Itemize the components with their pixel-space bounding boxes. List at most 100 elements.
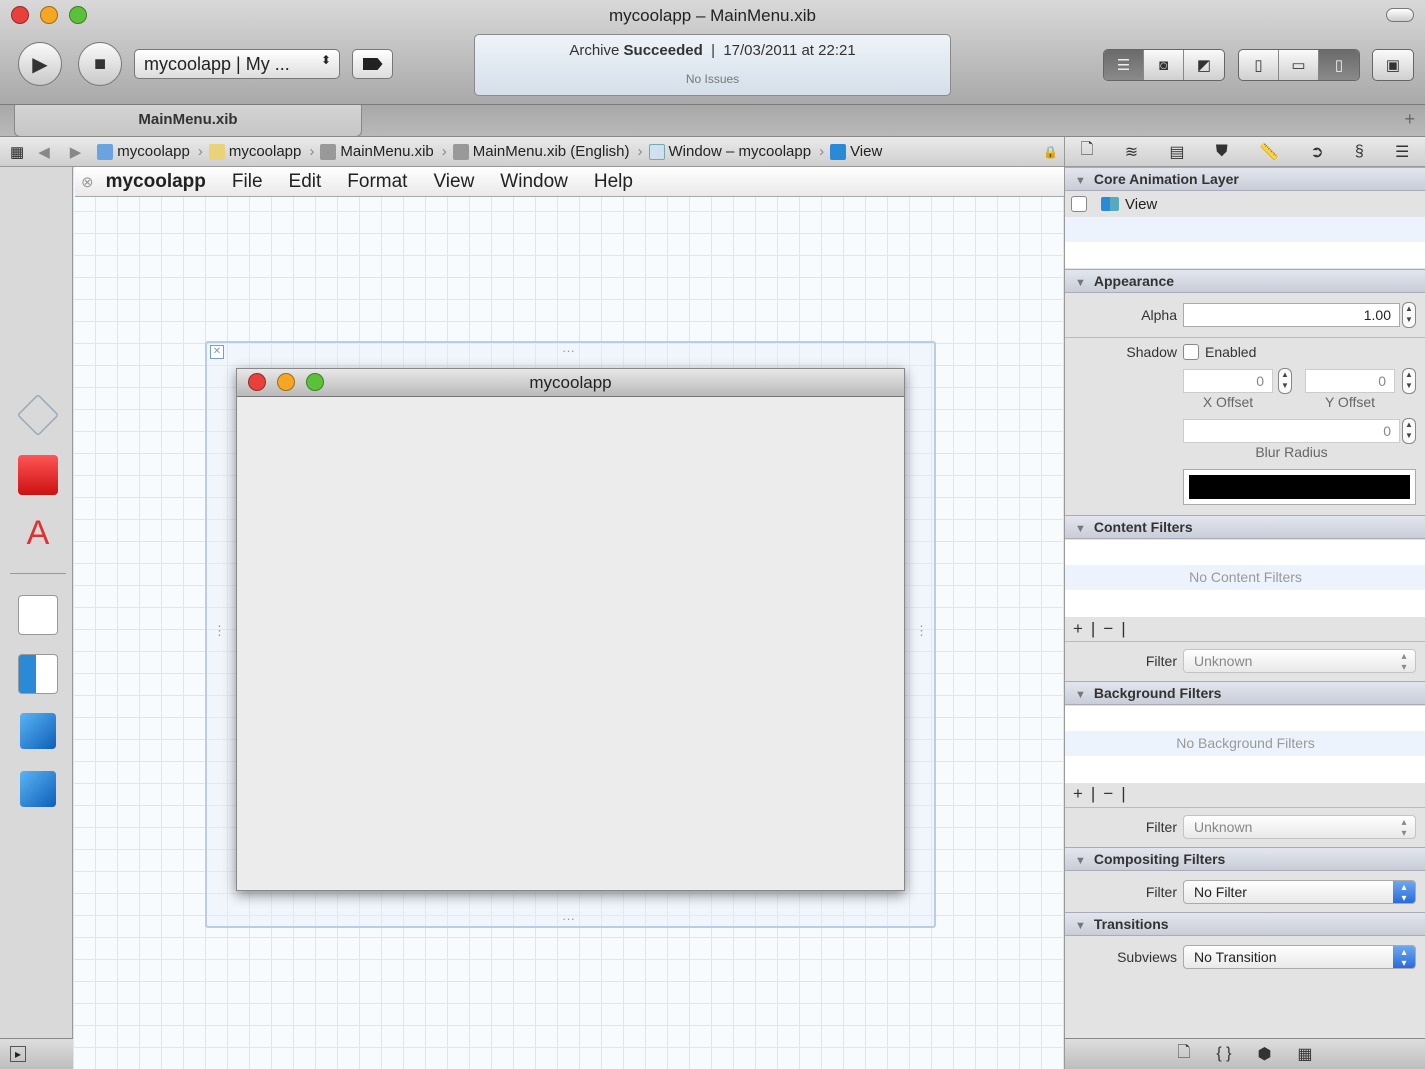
- standard-editor-icon[interactable]: ☰: [1104, 50, 1144, 80]
- window-object-icon[interactable]: [18, 654, 58, 694]
- menu-help[interactable]: Help: [594, 171, 633, 193]
- utilities-toggle-icon[interactable]: ▯: [1319, 50, 1359, 80]
- object-library-icon[interactable]: ⬢: [1257, 1044, 1271, 1064]
- application-icon[interactable]: A: [18, 513, 58, 553]
- tab-mainmenu[interactable]: MainMenu.xib: [14, 105, 362, 137]
- y-offset-field[interactable]: 0: [1305, 369, 1395, 393]
- first-responder-icon[interactable]: [18, 455, 58, 495]
- placeholder-cube-icon[interactable]: [16, 393, 60, 437]
- section-title: Compositing Filters: [1093, 851, 1226, 867]
- content-filter-popup[interactable]: Unknown ▴ ▾: [1183, 649, 1416, 673]
- quick-help-icon[interactable]: ≋: [1125, 142, 1138, 162]
- title-bar: mycoolapp – MainMenu.xib ▶ ■ mycoolapp |…: [0, 0, 1425, 105]
- x-offset-field[interactable]: 0: [1183, 369, 1273, 393]
- background-filter-popup[interactable]: Unknown ▴ ▾: [1183, 815, 1416, 839]
- add-tab-icon[interactable]: +: [1404, 109, 1415, 130]
- folder-icon: [208, 143, 225, 160]
- back-icon[interactable]: ◀: [38, 143, 50, 161]
- bindings-inspector-icon[interactable]: §: [1355, 143, 1364, 161]
- blur-radius-stepper[interactable]: ▲ ▼: [1402, 418, 1416, 444]
- scheme-popup[interactable]: mycoolapp | My ... ⬍: [134, 49, 340, 79]
- y-offset-stepper[interactable]: ▲ ▼: [1402, 368, 1416, 394]
- navigator-toggle-icon[interactable]: ▯: [1239, 50, 1279, 80]
- menu-view[interactable]: View: [433, 171, 474, 193]
- resize-handle-bottom[interactable]: ···: [562, 911, 575, 926]
- section-title: Content Filters: [1093, 519, 1193, 535]
- debug-toggle-icon[interactable]: ▭: [1279, 50, 1319, 80]
- play-icon: ▶: [32, 53, 48, 76]
- x-offset-stepper[interactable]: ▲ ▼: [1278, 368, 1292, 394]
- menu-edit[interactable]: Edit: [289, 171, 322, 193]
- assistant-editor-icon[interactable]: ◙: [1144, 50, 1184, 80]
- design-window[interactable]: mycoolapp: [236, 368, 905, 891]
- layer-checkbox[interactable]: [1071, 196, 1087, 212]
- background-filter-add-remove[interactable]: +|−|: [1073, 784, 1134, 804]
- breadcrumb-xib[interactable]: MainMenu.xib ›: [320, 143, 447, 160]
- menu-format[interactable]: Format: [347, 171, 407, 193]
- content-filters-list[interactable]: No Content Filters: [1065, 540, 1425, 617]
- forward-icon[interactable]: ▶: [70, 143, 82, 161]
- connections-inspector-icon[interactable]: ➲: [1310, 142, 1323, 162]
- content-filter-add-remove[interactable]: +|−|: [1073, 619, 1134, 639]
- subviews-transition-popup[interactable]: No Transition ▴ ▾: [1183, 945, 1416, 969]
- crumb-label: Window – mycoolapp: [668, 143, 812, 160]
- background-filters-list[interactable]: No Background Filters: [1065, 706, 1425, 783]
- file-inspector-icon[interactable]: 🗋: [1081, 138, 1094, 165]
- breadcrumb-view[interactable]: View: [830, 143, 882, 160]
- run-button[interactable]: ▶: [18, 42, 62, 86]
- identity-inspector-icon[interactable]: ▤: [1169, 142, 1184, 162]
- popup-value: Unknown: [1194, 653, 1253, 669]
- section-background-filters[interactable]: ▼ Background Filters: [1065, 681, 1425, 705]
- design-minimize-button: [277, 373, 295, 391]
- lock-icon[interactable]: 🔒: [1043, 145, 1058, 159]
- app-delegate-cube-icon[interactable]: [20, 713, 56, 749]
- effects-inspector-icon[interactable]: ☰: [1395, 142, 1409, 162]
- section-appearance[interactable]: ▼ Appearance: [1065, 269, 1425, 293]
- menu-window[interactable]: Window: [500, 171, 568, 193]
- jump-bar: ▦ ◀ ▶ mycoolapp › mycoolapp › MainMenu.xib…: [0, 137, 1064, 167]
- shadow-enabled-checkbox[interactable]: [1183, 344, 1199, 360]
- section-title: Background Filters: [1093, 685, 1222, 701]
- breadcrumb-xib-english[interactable]: MainMenu.xib (English) ›: [452, 143, 643, 160]
- breadcrumb-project[interactable]: mycoolapp ›: [97, 143, 203, 160]
- compositing-filter-popup[interactable]: No Filter ▴ ▾: [1183, 880, 1416, 904]
- main-menu-icon[interactable]: [18, 595, 58, 635]
- toolbar-toggle-button[interactable]: [1386, 8, 1414, 22]
- close-menu-icon[interactable]: ⊗: [81, 173, 94, 191]
- related-items-icon[interactable]: ▦: [10, 143, 24, 161]
- section-core-animation[interactable]: ▼ Core Animation Layer: [1065, 167, 1425, 191]
- section-content-filters[interactable]: ▼ Content Filters: [1065, 515, 1425, 539]
- show-outline-icon[interactable]: ▸: [10, 1046, 27, 1062]
- code-snippet-library-icon[interactable]: { }: [1216, 1045, 1231, 1063]
- stop-button[interactable]: ■: [78, 42, 122, 86]
- subviews-label: Subviews: [1117, 949, 1177, 965]
- breakpoints-button[interactable]: [352, 49, 393, 79]
- layer-row-view[interactable]: View: [1065, 192, 1425, 217]
- media-library-icon[interactable]: ▦: [1297, 1044, 1312, 1064]
- menu-app[interactable]: mycoolapp: [106, 171, 206, 193]
- view-segment[interactable]: ▯ ▭ ▯: [1238, 49, 1360, 81]
- editor-segment[interactable]: ☰ ◙ ◩: [1103, 49, 1225, 81]
- crumb-label: View: [850, 143, 883, 160]
- menu-file[interactable]: File: [232, 171, 263, 193]
- section-compositing-filters[interactable]: ▼ Compositing Filters: [1065, 847, 1425, 871]
- close-frame-icon[interactable]: ✕: [210, 345, 224, 359]
- crumb-label: mycoolapp: [117, 143, 190, 160]
- resize-handle-top[interactable]: ···: [562, 343, 575, 358]
- size-inspector-icon[interactable]: 📏: [1259, 142, 1279, 162]
- organizer-button[interactable]: ▣: [1372, 49, 1414, 81]
- section-transitions[interactable]: ▼ Transitions: [1065, 912, 1425, 936]
- updown-icon: ▴ ▾: [1393, 946, 1415, 969]
- resize-handle-right[interactable]: ⋮: [915, 623, 928, 639]
- file-template-library-icon[interactable]: 🗋: [1177, 1041, 1190, 1068]
- alpha-field[interactable]: 1.00: [1183, 303, 1400, 327]
- font-manager-cube-icon[interactable]: [20, 771, 56, 807]
- attributes-inspector-icon[interactable]: ⛊: [1216, 143, 1228, 161]
- breadcrumb-window[interactable]: Window – mycoolapp ›: [648, 143, 824, 160]
- blur-radius-field[interactable]: 0: [1183, 419, 1400, 443]
- version-editor-icon[interactable]: ◩: [1184, 50, 1224, 80]
- resize-handle-left[interactable]: ⋮: [213, 623, 226, 639]
- shadow-color-well[interactable]: [1183, 469, 1416, 505]
- breadcrumb-folder[interactable]: mycoolapp ›: [208, 143, 314, 160]
- alpha-stepper[interactable]: ▲ ▼: [1402, 302, 1416, 328]
